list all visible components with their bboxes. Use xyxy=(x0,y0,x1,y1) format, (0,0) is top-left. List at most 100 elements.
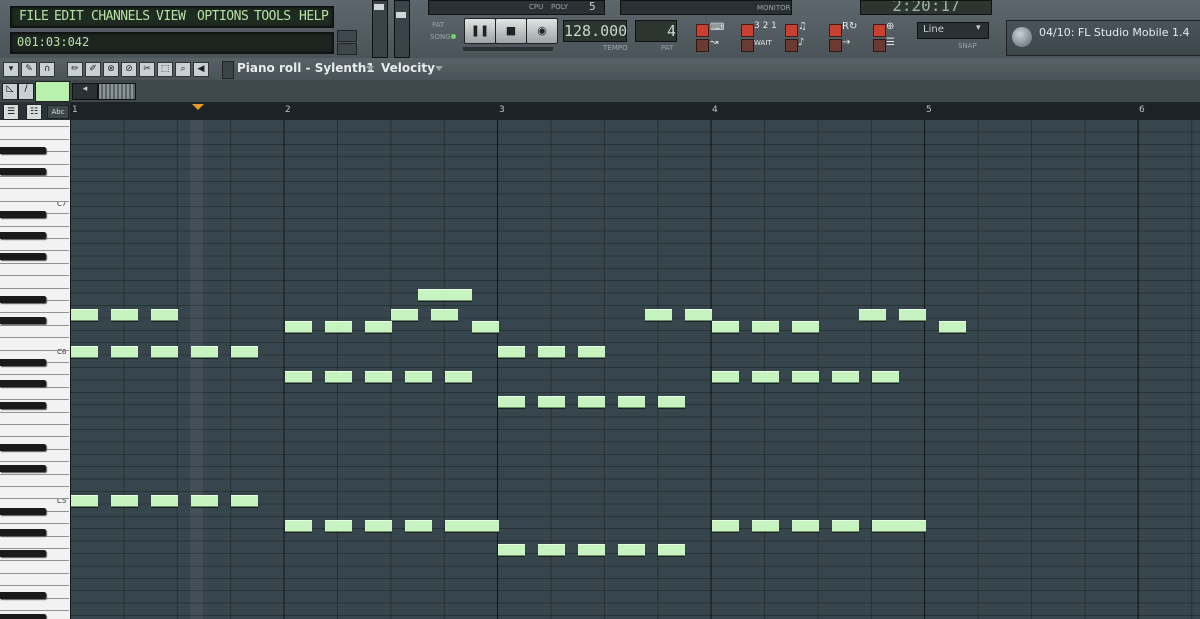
wrench-icon[interactable]: ✎ xyxy=(21,62,37,77)
wait-toggle[interactable] xyxy=(741,39,754,52)
loop-record-toggle[interactable] xyxy=(829,24,842,37)
zoom-out-icon[interactable]: ☰ xyxy=(3,104,19,120)
note-block[interactable] xyxy=(538,544,566,556)
black-key[interactable] xyxy=(0,168,46,176)
note-block[interactable] xyxy=(431,309,459,321)
note-block[interactable] xyxy=(898,309,926,321)
note-block[interactable] xyxy=(538,396,566,408)
note-block[interactable] xyxy=(418,289,446,301)
note-block[interactable] xyxy=(111,495,139,507)
position-slider[interactable] xyxy=(463,47,553,51)
window-arrow-icon[interactable] xyxy=(222,61,234,79)
note-block[interactable] xyxy=(404,520,432,532)
note-grid[interactable] xyxy=(70,120,1200,619)
note-block[interactable] xyxy=(498,396,526,408)
black-key[interactable] xyxy=(0,295,46,303)
black-key[interactable] xyxy=(0,528,46,536)
note-block[interactable] xyxy=(471,321,499,333)
playhead-marker[interactable] xyxy=(192,104,204,110)
note-block[interactable] xyxy=(444,371,472,383)
note-block[interactable] xyxy=(231,346,259,358)
menu-edit[interactable]: EDIT xyxy=(54,9,84,24)
note-block[interactable] xyxy=(364,520,392,532)
step-edit-toggle[interactable] xyxy=(785,24,798,37)
menu-view[interactable]: VIEW xyxy=(156,9,186,24)
note-block[interactable] xyxy=(618,396,646,408)
note-block[interactable] xyxy=(324,371,352,383)
tempo-display[interactable]: 128.000 xyxy=(563,20,627,42)
note-color-swatch[interactable] xyxy=(35,81,70,102)
pause-button[interactable]: ❚❚ xyxy=(464,18,496,44)
note-block[interactable] xyxy=(711,520,739,532)
note-block[interactable] xyxy=(938,321,966,333)
note-block[interactable] xyxy=(872,520,899,532)
note-block[interactable] xyxy=(751,371,779,383)
note-block[interactable] xyxy=(751,520,779,532)
overdub-toggle[interactable] xyxy=(873,39,886,52)
note-block[interactable] xyxy=(71,346,98,358)
note-block[interactable] xyxy=(751,321,779,333)
note-block[interactable] xyxy=(498,346,526,358)
zoom-in-icon[interactable]: ☷ xyxy=(26,104,42,120)
scroll-toggle[interactable] xyxy=(829,39,842,52)
slider-handle[interactable] xyxy=(374,4,384,10)
metronome-toggle[interactable] xyxy=(696,24,709,37)
note-block[interactable] xyxy=(578,346,606,358)
note-block[interactable] xyxy=(404,371,432,383)
note-block[interactable] xyxy=(111,346,139,358)
black-key[interactable] xyxy=(0,359,46,367)
piano-roll-title[interactable]: Piano roll - Sylenth1 xyxy=(237,61,375,75)
black-key[interactable] xyxy=(0,401,46,409)
blend-notes-toggle[interactable] xyxy=(696,39,709,52)
menu-file[interactable]: FILE xyxy=(19,9,49,24)
countdown-toggle[interactable] xyxy=(741,24,754,37)
note-block[interactable] xyxy=(791,371,819,383)
snap-select[interactable]: Line ▾ xyxy=(917,22,989,39)
black-key[interactable] xyxy=(0,253,46,261)
note-block[interactable] xyxy=(538,346,566,358)
mixer-shortcut-button[interactable] xyxy=(337,30,357,42)
black-key[interactable] xyxy=(0,613,46,619)
black-key[interactable] xyxy=(0,380,46,388)
note-block[interactable] xyxy=(872,371,899,383)
timeline-ruler[interactable]: 1 2 3 4 5 6 xyxy=(70,102,1200,121)
note-block[interactable] xyxy=(618,544,646,556)
note-block[interactable] xyxy=(831,520,859,532)
note-block[interactable] xyxy=(498,544,526,556)
note-block[interactable] xyxy=(444,520,472,532)
note-block[interactable] xyxy=(711,371,739,383)
event-target-select[interactable]: Velocity xyxy=(381,61,435,75)
black-key[interactable] xyxy=(0,210,46,218)
note-block[interactable] xyxy=(364,321,392,333)
note-block[interactable] xyxy=(444,289,472,301)
note-block[interactable] xyxy=(151,309,179,321)
pencil-icon[interactable]: ✏ xyxy=(67,62,83,77)
menu-channels[interactable]: CHANNELS xyxy=(91,9,150,24)
black-key[interactable] xyxy=(0,465,46,473)
menu-help[interactable]: HELP xyxy=(299,9,329,24)
note-block[interactable] xyxy=(685,309,713,321)
note-block[interactable] xyxy=(151,495,179,507)
note-block[interactable] xyxy=(191,495,219,507)
record-button[interactable]: ◉ xyxy=(526,18,558,44)
pattern-display[interactable]: 4 xyxy=(635,20,677,42)
chevron-down-icon[interactable] xyxy=(366,66,374,71)
note-block[interactable] xyxy=(324,520,352,532)
note-block[interactable] xyxy=(151,346,179,358)
note-block[interactable] xyxy=(111,309,139,321)
note-block[interactable] xyxy=(71,309,98,321)
black-key[interactable] xyxy=(0,507,46,515)
black-key[interactable] xyxy=(0,232,46,239)
horizontal-scrollbar-handle[interactable] xyxy=(98,83,136,100)
slider-handle[interactable] xyxy=(396,12,406,18)
note-block[interactable] xyxy=(231,495,259,507)
line-mode-icon[interactable]: / xyxy=(18,83,34,100)
note-block[interactable] xyxy=(191,346,219,358)
paint-icon[interactable]: ✐ xyxy=(85,62,101,77)
note-block[interactable] xyxy=(831,371,859,383)
black-key[interactable] xyxy=(0,592,46,600)
note-block[interactable] xyxy=(284,520,312,532)
black-key[interactable] xyxy=(0,147,46,155)
note-block[interactable] xyxy=(898,520,926,532)
note-names-toggle[interactable]: Abc xyxy=(47,105,69,119)
